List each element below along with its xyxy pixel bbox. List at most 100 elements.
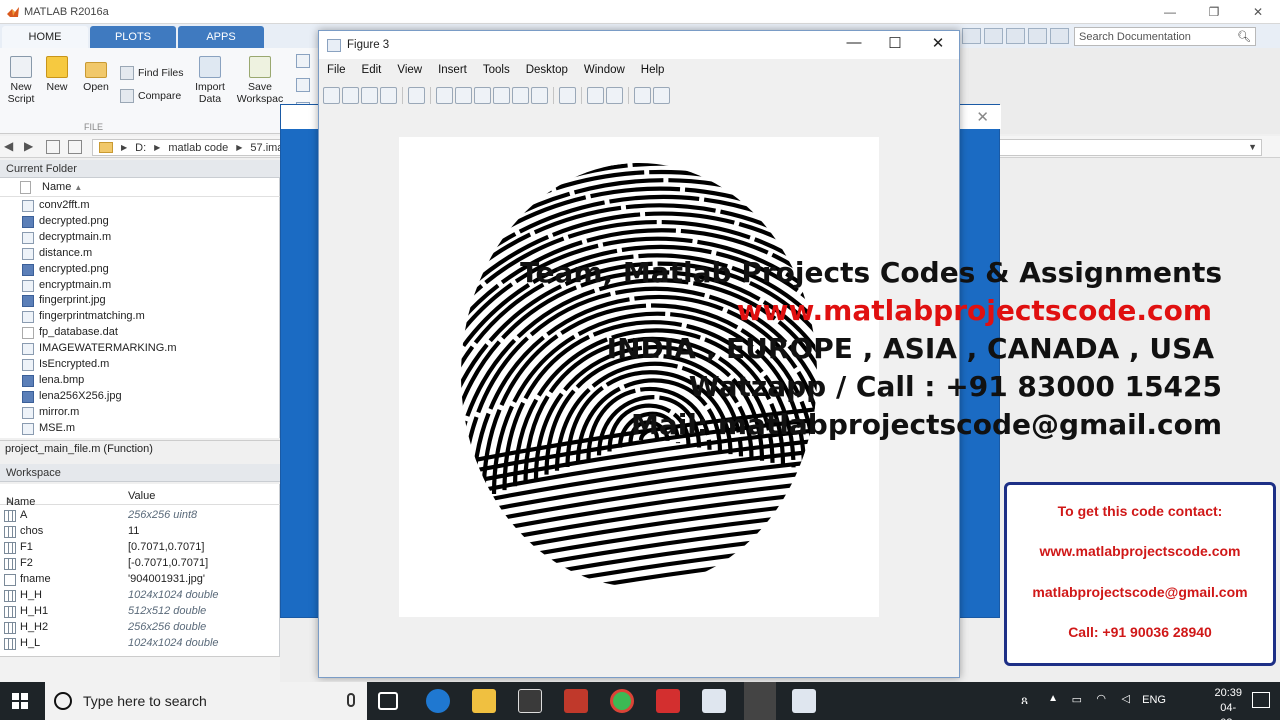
compare-button[interactable]: Compare: [120, 89, 181, 103]
figure-menu-view[interactable]: View: [389, 61, 430, 81]
column-header-name[interactable]: Name ▲: [0, 178, 280, 197]
workspace-variable-row[interactable]: chos 11: [0, 524, 280, 540]
qa-save-icon[interactable]: [962, 28, 981, 44]
file-row[interactable]: lena256X256.jpg: [0, 389, 280, 405]
volume-icon[interactable]: ◁: [1122, 692, 1130, 705]
search-icon[interactable]: 🔍︎: [1237, 30, 1251, 43]
workspace-scrollbar[interactable]: [0, 656, 280, 682]
up-folder-icon[interactable]: [46, 140, 60, 154]
file-row[interactable]: encrypted.png: [0, 262, 280, 278]
print-icon[interactable]: [380, 86, 397, 104]
save-workspace-button[interactable]: Save Workspac: [234, 56, 286, 105]
chrome-icon[interactable]: [610, 689, 634, 713]
hide-plot-tools-icon[interactable]: [634, 86, 651, 104]
app-window-icon[interactable]: [702, 689, 726, 713]
workspace-variable-row[interactable]: H_H 1024x1024 double: [0, 588, 280, 604]
wifi-icon[interactable]: ◠: [1096, 692, 1106, 705]
file-row[interactable]: MSE.m: [0, 421, 280, 437]
close-icon[interactable]: ✕: [976, 108, 989, 126]
new-button[interactable]: New: [44, 56, 70, 93]
tab-home[interactable]: HOME: [2, 26, 88, 48]
chevron-down-icon[interactable]: ▼: [1248, 142, 1257, 152]
browse-folder-icon[interactable]: [68, 140, 82, 154]
file-row[interactable]: decrypted.png: [0, 214, 280, 230]
file-row[interactable]: distance.m: [0, 246, 280, 262]
acrobat-icon[interactable]: [656, 689, 680, 713]
notifications-icon[interactable]: [1252, 692, 1270, 708]
crumb-matlab-code[interactable]: matlab code: [168, 142, 228, 154]
taskbar-search-input[interactable]: Type here to search: [45, 682, 367, 720]
matlab-taskbar-icon[interactable]: [744, 682, 776, 720]
close-icon[interactable]: ✕: [923, 34, 953, 52]
new-variable-icon[interactable]: [296, 54, 310, 68]
legend-icon[interactable]: [606, 86, 623, 104]
rotate-3d-icon[interactable]: [493, 86, 510, 104]
workspace-variable-row[interactable]: F1 [0.7071,0.7071]: [0, 540, 280, 556]
restore-icon[interactable]: ❐: [1192, 0, 1236, 24]
workspace-variable-row[interactable]: H_H2 256x256 double: [0, 620, 280, 636]
qa-cut-icon[interactable]: [984, 28, 1003, 44]
minimize-icon[interactable]: —: [1148, 0, 1192, 24]
file-row[interactable]: fp_database.dat: [0, 325, 280, 341]
new-script-button[interactable]: New Script: [6, 56, 36, 105]
file-row[interactable]: mirror.m: [0, 405, 280, 421]
workspace-variable-row[interactable]: fname '904001931.jpg': [0, 572, 280, 588]
zoom-out-icon[interactable]: [455, 86, 472, 104]
qa-undo-icon[interactable]: [1050, 28, 1069, 44]
figure-menu-help[interactable]: Help: [633, 61, 673, 81]
figure-menu-tools[interactable]: Tools: [475, 61, 518, 81]
edge-browser-icon[interactable]: [426, 689, 450, 713]
workspace-variable-row[interactable]: H_H1 512x512 double: [0, 604, 280, 620]
workspace-variable-row[interactable]: F2 [-0.7071,0.7071]: [0, 556, 280, 572]
close-icon[interactable]: ✕: [1236, 0, 1280, 24]
figure-menu-insert[interactable]: Insert: [430, 61, 475, 81]
figure-menu-file[interactable]: File: [319, 61, 354, 81]
file-row[interactable]: fingerprint.jpg: [0, 293, 280, 309]
chevron-up-icon[interactable]: ▲: [1048, 693, 1058, 704]
file-row[interactable]: lena.bmp: [0, 373, 280, 389]
figure-menu-desktop[interactable]: Desktop: [518, 61, 576, 81]
figure-menu-window[interactable]: Window: [576, 61, 633, 81]
file-row[interactable]: encryptmain.m: [0, 278, 280, 294]
colorbar-icon[interactable]: [587, 86, 604, 104]
figure-menu-edit[interactable]: Edit: [354, 61, 390, 81]
media-icon[interactable]: [564, 689, 588, 713]
microphone-icon[interactable]: [347, 693, 355, 707]
file-row[interactable]: conv2fft.m: [0, 198, 280, 214]
qa-copy-icon[interactable]: [1006, 28, 1025, 44]
figure-taskbar-icon[interactable]: [792, 689, 816, 713]
show-plot-tools-icon[interactable]: [653, 86, 670, 104]
back-arrow-icon[interactable]: ◀: [4, 139, 13, 153]
file-row[interactable]: fingerprintmatching.m: [0, 309, 280, 325]
open-button[interactable]: Open: [82, 56, 110, 93]
workspace-variable-row[interactable]: H_L 1024x1024 double: [0, 636, 280, 652]
brush-icon[interactable]: [531, 86, 548, 104]
store-icon[interactable]: [518, 689, 542, 713]
maximize-icon[interactable]: ☐: [880, 34, 910, 52]
new-figure-icon[interactable]: [323, 86, 340, 104]
language-indicator[interactable]: ENG: [1142, 694, 1166, 706]
windows-start-icon[interactable]: [12, 693, 28, 709]
clock[interactable]: 20:39 04-03-2018: [1214, 686, 1242, 720]
import-data-button[interactable]: Import Data: [194, 56, 226, 105]
file-row[interactable]: decryptmain.m: [0, 230, 280, 246]
forward-arrow-icon[interactable]: ▶: [24, 139, 33, 153]
crumb-drive[interactable]: D:: [135, 142, 146, 154]
qa-paste-icon[interactable]: [1028, 28, 1047, 44]
file-explorer-icon[interactable]: [472, 689, 496, 713]
save-icon[interactable]: [361, 86, 378, 104]
task-view-icon[interactable]: [378, 692, 398, 710]
workspace-variable-row[interactable]: A 256x256 uint8: [0, 508, 280, 524]
file-row[interactable]: IsEncrypted.m: [0, 357, 280, 373]
search-documentation-input[interactable]: Search Documentation 🔍︎: [1074, 27, 1256, 46]
tab-apps[interactable]: APPS: [178, 26, 264, 48]
link-plot-icon[interactable]: [559, 86, 576, 104]
people-icon[interactable]: ጸ: [1021, 693, 1028, 708]
file-row[interactable]: IMAGEWATERMARKING.m: [0, 341, 280, 357]
open-file-icon[interactable]: [342, 86, 359, 104]
battery-icon[interactable]: ▭: [1072, 693, 1082, 706]
find-files-button[interactable]: Find Files: [120, 66, 184, 80]
ws-col-value[interactable]: Value: [128, 490, 155, 502]
edit-plot-arrow-icon[interactable]: [408, 86, 425, 104]
zoom-in-icon[interactable]: [436, 86, 453, 104]
